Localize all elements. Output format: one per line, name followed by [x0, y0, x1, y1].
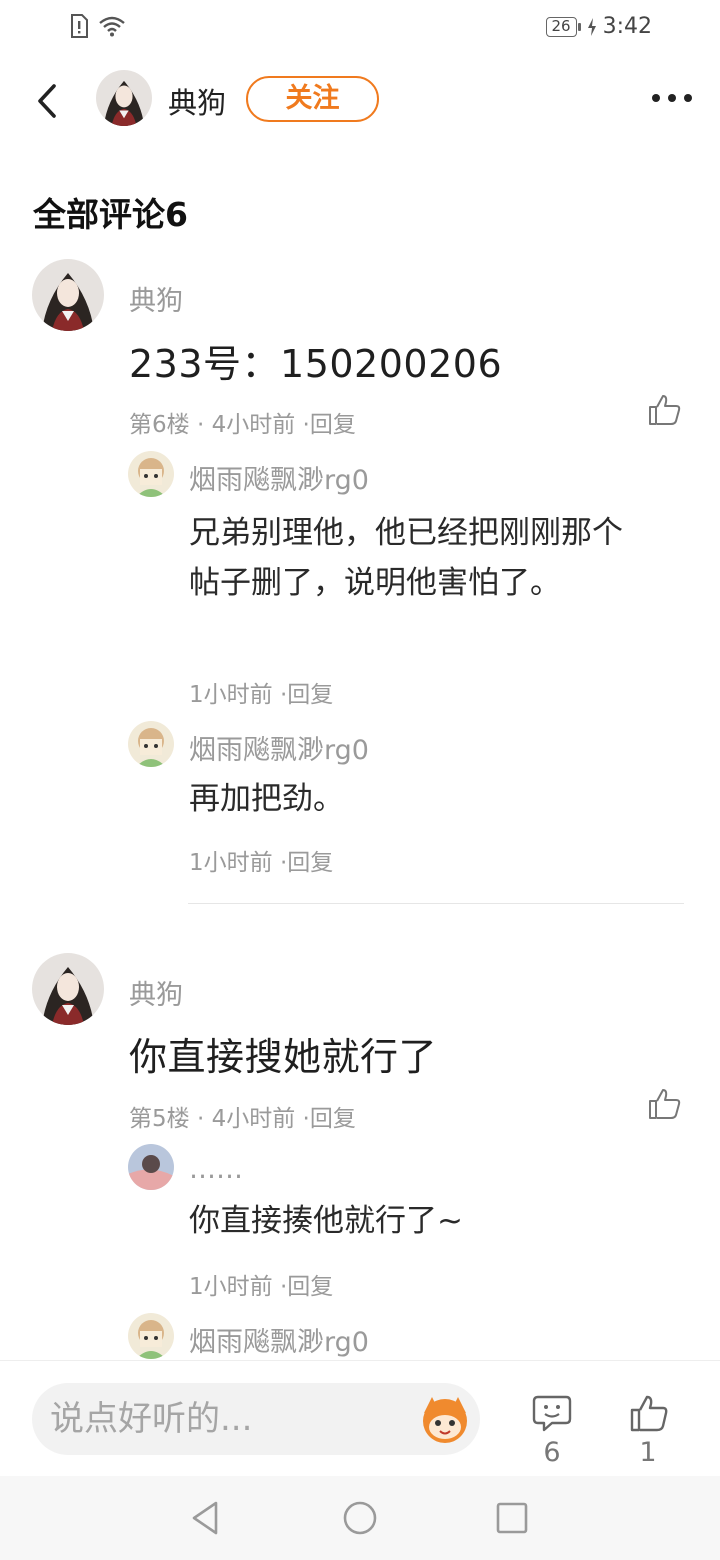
like-icon[interactable] — [628, 1393, 668, 1433]
reply-author[interactable]: …… — [189, 1154, 243, 1185]
comment-input-bar: 6 1 — [0, 1360, 720, 1476]
reply-link[interactable]: 回复 — [287, 682, 333, 708]
charging-icon — [587, 17, 596, 36]
sim-alert-icon — [71, 14, 88, 38]
reply-author[interactable]: 烟雨飚飘渺rg0 — [189, 458, 369, 497]
comment-author[interactable]: 典狗 — [129, 973, 183, 1012]
reply-meta: 1小时前 ·回复 — [189, 675, 333, 709]
replier-avatar[interactable] — [128, 1313, 174, 1359]
follow-button[interactable]: 关注 — [246, 76, 379, 122]
replier-avatar[interactable] — [128, 1144, 174, 1190]
replier-avatar[interactable] — [128, 451, 174, 497]
comment-text: 你直接搜她就行了 — [129, 1035, 438, 1079]
status-left — [70, 14, 126, 38]
comment-floor-time: 第5楼 · 4小时前 · — [129, 1106, 310, 1132]
reply-text: 再加把劲。 — [189, 781, 344, 817]
top-header: 典狗 关注 — [0, 56, 720, 146]
reply-text: 你直接揍他就行了~ — [189, 1203, 463, 1239]
like-count: 1 — [639, 1437, 657, 1468]
status-right: 26 3:42 — [545, 14, 652, 39]
system-nav-bar — [0, 1476, 720, 1560]
reply-meta: 1小时前 ·回复 — [189, 1267, 333, 1301]
commenter-avatar[interactable] — [32, 259, 104, 331]
comment-text: 233号：150200206 — [129, 342, 503, 386]
comment-divider — [188, 903, 684, 904]
back-arrow-icon[interactable] — [30, 80, 66, 122]
comment-meta: 第6楼 · 4小时前 ·回复 — [129, 405, 356, 439]
reply-link[interactable]: 回复 — [287, 1274, 333, 1300]
comment-author[interactable]: 典狗 — [129, 279, 183, 318]
wifi-icon — [99, 16, 125, 37]
comment-floor-time: 第6楼 · 4小时前 · — [129, 412, 310, 438]
comment-icon[interactable] — [532, 1393, 572, 1433]
reply-time: 1小时前 · — [189, 1274, 288, 1300]
comment-meta: 第5楼 · 4小时前 ·回复 — [129, 1099, 356, 1133]
nav-back-icon[interactable] — [186, 1498, 226, 1538]
battery-icon: 26 — [545, 16, 581, 37]
reply-link[interactable]: 回复 — [287, 850, 333, 876]
status-bar: 26 3:42 — [0, 0, 720, 56]
reply-link[interactable]: 回复 — [310, 1106, 356, 1132]
reply-meta: 1小时前 ·回复 — [189, 843, 333, 877]
reply-time: 1小时前 · — [189, 682, 288, 708]
reply-author[interactable]: 烟雨飚飘渺rg0 — [189, 1320, 369, 1359]
reply-time: 1小时前 · — [189, 850, 288, 876]
like-icon[interactable] — [647, 1087, 681, 1121]
comment-count: 6 — [543, 1437, 561, 1468]
reply-author[interactable]: 烟雨飚飘渺rg0 — [189, 728, 369, 767]
more-options-icon[interactable] — [650, 86, 694, 110]
all-comments-title: 全部评论6 — [33, 195, 188, 234]
author-name[interactable]: 典狗 — [168, 80, 226, 122]
author-avatar[interactable] — [96, 70, 152, 126]
emoji-icon[interactable] — [416, 1391, 474, 1447]
nav-home-icon[interactable] — [340, 1498, 380, 1538]
replier-avatar[interactable] — [128, 721, 174, 767]
reply-link[interactable]: 回复 — [310, 412, 356, 438]
comment-input-container[interactable] — [32, 1383, 480, 1455]
nav-recents-icon[interactable] — [492, 1498, 532, 1538]
comment-input[interactable] — [50, 1393, 400, 1445]
commenter-avatar[interactable] — [32, 953, 104, 1025]
like-icon[interactable] — [647, 393, 681, 427]
reply-text: 兄弟别理他，他已经把刚刚那个帖子删了，说明他害怕了。 — [189, 515, 623, 601]
status-time: 3:42 — [602, 14, 652, 39]
